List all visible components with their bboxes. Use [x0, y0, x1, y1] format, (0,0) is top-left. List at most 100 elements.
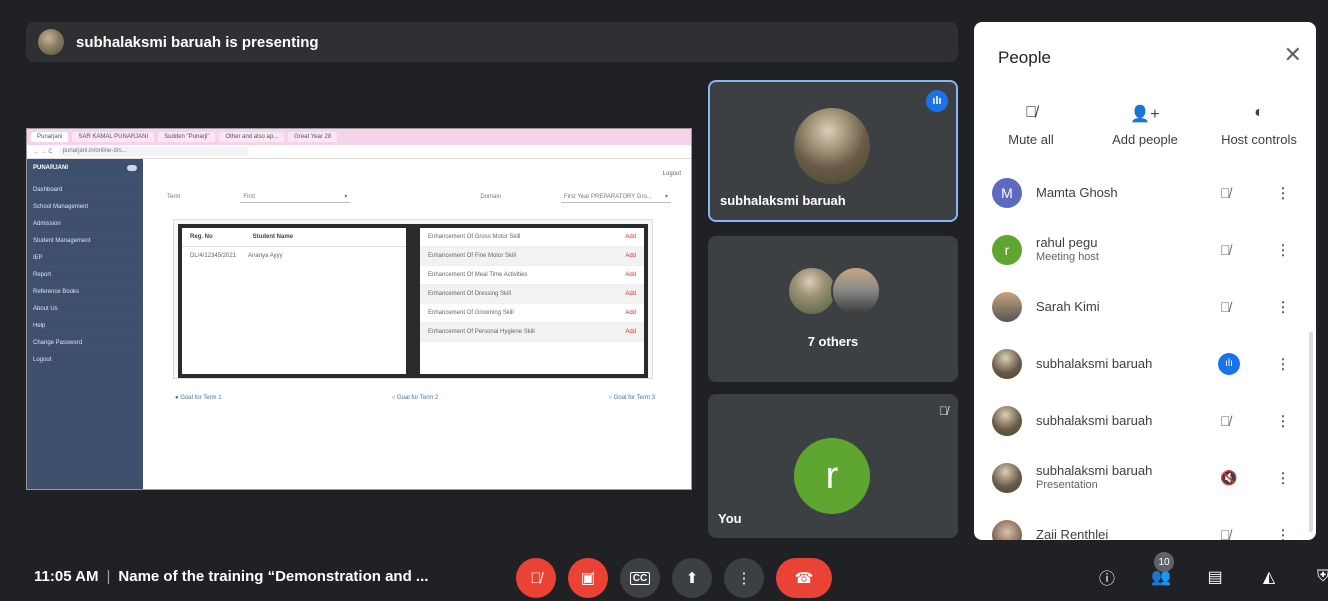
participant-info: Zaii Renthlei	[1036, 527, 1108, 540]
camera-off-icon: ▣̸	[580, 570, 596, 587]
host-controls-button[interactable]: ◐ Host controls	[1202, 104, 1316, 147]
avatar	[992, 519, 1022, 540]
participant-row[interactable]: Zaii Renthlei 🎙̸ ⋮	[974, 506, 1316, 540]
shared-sidebar-item: Student Management	[27, 232, 143, 249]
participant-row[interactable]: Sarah Kimi 🎙̸ ⋮	[974, 278, 1316, 335]
participant-name: subhalaksmi baruah	[1036, 413, 1153, 428]
mic-off-icon[interactable]: 🎙̸	[1220, 185, 1231, 201]
more-options-icon[interactable]: ⋮	[1276, 355, 1290, 372]
shared-logout-link: Logout	[662, 171, 681, 177]
mic-toggle-button[interactable]: 🎙̸	[516, 558, 556, 598]
hang-up-icon: ☎	[794, 570, 814, 587]
browser-tab-bar: Punarjani SAR KAMAL PUNARJANI Sudden "Pu…	[27, 129, 691, 145]
participant-info: subhalaksmi baruah	[1036, 413, 1152, 428]
presenter-tile[interactable]: ılı subhalaksmi baruah	[708, 80, 958, 222]
captions-icon: CC	[629, 571, 651, 585]
more-options-icon[interactable]: ⋮	[1276, 526, 1290, 540]
goal-label: Goal for Term 3	[613, 395, 655, 401]
participant-row[interactable]: M Mamta Ghosh 🎙̸ ⋮	[974, 164, 1316, 221]
dropdown-icon: ▾	[344, 194, 348, 200]
activities-button[interactable]: ◭	[1252, 560, 1286, 594]
info-icon: ⓘ	[1098, 571, 1115, 588]
participant-name: rahul pegu	[1036, 234, 1098, 250]
shared-sidebar-item: Logout	[27, 351, 143, 368]
speaking-indicator-icon: ılı	[926, 90, 948, 112]
goal-label: Goal for Term 2	[397, 395, 439, 401]
avatar: r	[992, 234, 1022, 265]
people-button[interactable]: 👥 10	[1144, 552, 1178, 594]
participant-row[interactable]: subhalaksmi baruah ılı ⋮	[974, 335, 1316, 392]
others-count: 7 others	[807, 334, 859, 349]
skill-row: Enhancement Of Meal Time Activities Add	[420, 266, 644, 285]
participant-row[interactable]: subhalaksmi baruah Presentation 🔇 ⋮	[974, 449, 1316, 506]
side-controls: ⓘ 👥 10 ▤ ◭ ⛨	[1090, 552, 1328, 594]
toggle-icon: ◐	[1254, 104, 1264, 121]
present-screen-icon: ⬆	[685, 570, 699, 587]
self-tile[interactable]: 🎙̸ r You	[708, 394, 958, 538]
chat-button[interactable]: ▤	[1198, 560, 1232, 594]
tile-name: subhalaksmi baruah	[720, 193, 846, 208]
meet-window: subhalaksmi baruah is presenting Punarja…	[0, 0, 1328, 601]
mic-off-icon[interactable]: 🎙̸	[1220, 242, 1231, 258]
captions-button[interactable]: CC	[620, 558, 660, 598]
panel-scrollbar[interactable]	[1309, 332, 1313, 532]
more-options-icon[interactable]: ⋮	[1276, 241, 1290, 258]
add-link: Add	[625, 272, 636, 278]
shared-sidebar-item: Reference Books	[27, 283, 143, 300]
add-people-button[interactable]: 👤+ Add people	[1088, 104, 1202, 147]
more-options-icon: ⋮	[736, 570, 752, 587]
people-count-badge: 10	[1154, 552, 1174, 572]
table-row: DL/4/12345/2021 Ananya Ayyy	[182, 247, 406, 265]
goal-label: Goal for Term 1	[180, 395, 222, 401]
action-label: Add people	[1112, 132, 1178, 147]
toggle-icon	[127, 165, 137, 171]
mic-off-icon[interactable]: 🎙̸	[1220, 527, 1231, 541]
browser-tab: Punarjani	[31, 132, 69, 142]
camera-toggle-button[interactable]: ▣̸	[568, 558, 608, 598]
more-options-icon[interactable]: ⋮	[1276, 469, 1290, 486]
more-options-icon[interactable]: ⋮	[1276, 412, 1290, 429]
meeting-details-button[interactable]: ⓘ	[1090, 560, 1124, 594]
close-icon[interactable]: ✕	[1284, 42, 1302, 68]
shared-sidebar-item: Dashboard	[27, 181, 143, 198]
mic-off-icon[interactable]: 🎙̸	[1220, 413, 1231, 429]
shared-filters: Term First ▾ Domain First Year PREPARATOR…	[167, 191, 671, 203]
mic-off-icon[interactable]: 🎙̸	[1220, 299, 1231, 315]
browser-tab: SAR KAMAL PUNARJANI	[72, 132, 155, 142]
skill-label: Enhancement Of Fine Motor Skill	[428, 253, 517, 259]
avatar	[992, 348, 1022, 379]
term-value: First	[243, 193, 256, 200]
shared-panel-inner: Reg. No Student Name DL/4/12345/2021 Ana…	[178, 224, 648, 378]
present-button[interactable]: ⬆	[672, 558, 712, 598]
others-tile[interactable]: 7 others	[708, 236, 958, 382]
panel-title: People	[998, 48, 1051, 67]
participant-name: subhalaksmi baruah	[1036, 356, 1153, 371]
skill-label: Enhancement Of Meal Time Activities	[428, 272, 528, 278]
shared-sidebar-item: About Us	[27, 300, 143, 317]
more-options-button[interactable]: ⋮	[724, 558, 764, 598]
add-link: Add	[625, 234, 636, 240]
skill-label: Enhancement Of Gross Motor Skill	[428, 234, 521, 240]
action-label: Host controls	[1221, 132, 1297, 147]
add-link: Add	[625, 291, 636, 297]
shield-icon: ⛨	[1316, 568, 1328, 585]
volume-off-icon[interactable]: 🔇	[1220, 469, 1237, 486]
mute-all-button[interactable]: 🎙̸ Mute all	[974, 104, 1088, 147]
host-controls-button[interactable]: ⛨	[1306, 560, 1328, 594]
activities-icon: ◭	[1262, 569, 1276, 586]
shared-screen[interactable]: Punarjani SAR KAMAL PUNARJANI Sudden "Pu…	[26, 128, 692, 490]
participant-row[interactable]: r rahul pegu Meeting host 🎙̸ ⋮	[974, 221, 1316, 278]
browser-tab: Other and also ap...	[219, 132, 285, 142]
skill-row: Enhancement Of Personal Hygiene Skill Add	[420, 323, 644, 342]
participant-row[interactable]: subhalaksmi baruah 🎙̸ ⋮	[974, 392, 1316, 449]
column-header: Reg. No	[190, 234, 213, 240]
leave-call-button[interactable]: ☎	[776, 558, 832, 598]
separator: |	[106, 568, 111, 585]
more-options-icon[interactable]: ⋮	[1276, 298, 1290, 315]
more-options-icon[interactable]: ⋮	[1276, 184, 1290, 201]
mic-off-icon: 🎙̸	[939, 404, 948, 418]
meeting-title: Name of the training “Demonstration and …	[118, 568, 429, 585]
domain-filter: Domain First Year PREPARATORY Gro... ▾	[480, 191, 671, 203]
presenting-text: subhalaksmi baruah is presenting	[76, 33, 319, 51]
domain-value: First Year PREPARATORY Gro...	[564, 193, 652, 200]
